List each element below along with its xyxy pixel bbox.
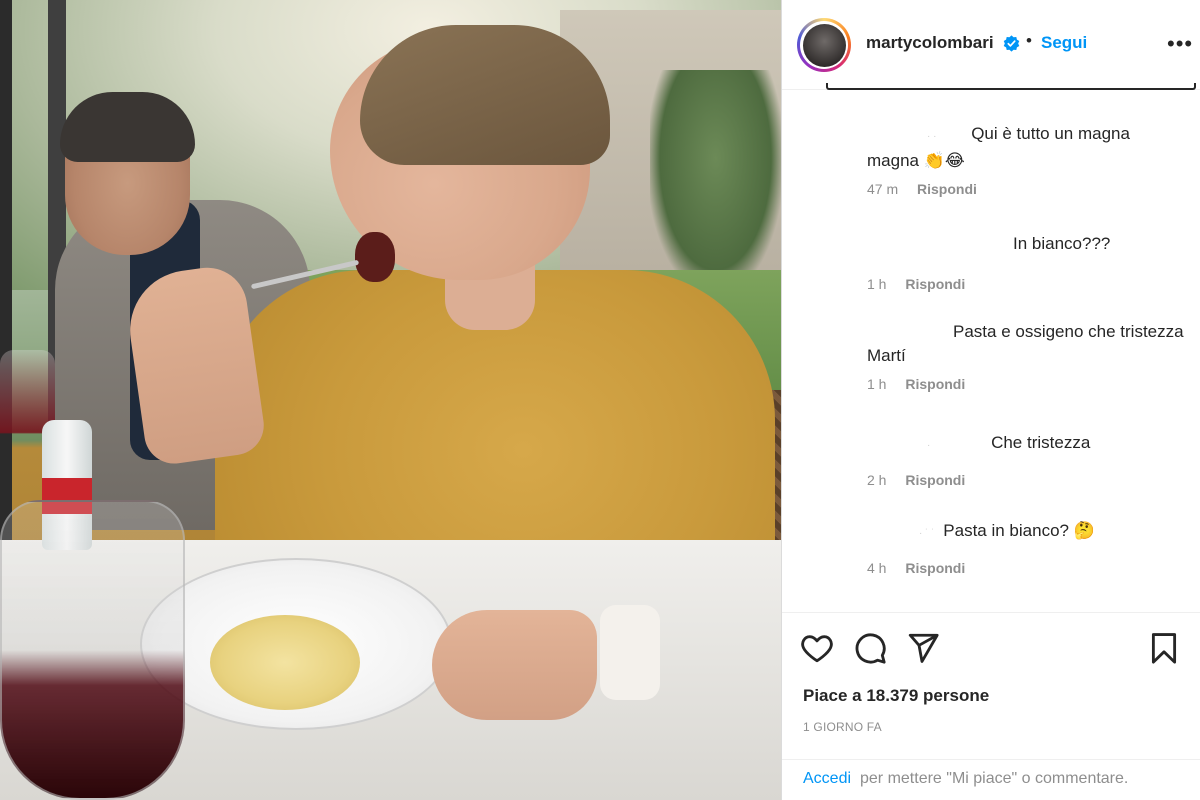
heart-icon[interactable]: [800, 631, 834, 665]
comment-text-line: Qui è tutto un magna: [971, 124, 1130, 143]
comment-meta: 1 h Rispondi: [867, 276, 1197, 292]
photo-woman-hair: [360, 25, 610, 165]
comment-text: · · Qui è tutto un magna magna 👏😂: [867, 122, 1197, 173]
comment-time: 1 h: [867, 376, 887, 392]
comment-meta: 4 h Rispondi: [867, 560, 1197, 576]
comment-item: · · Qui è tutto un magna magna 👏😂 47 m R…: [867, 122, 1197, 197]
follow-button[interactable]: Segui: [1041, 33, 1087, 53]
username-link[interactable]: martycolombari: [866, 33, 994, 53]
comment-text: · ˙ ˙ Pasta in bianco? 🤔: [867, 519, 1197, 546]
photo-hand: [432, 610, 597, 720]
comment-item: · Che tristezza 2 h Rispondi: [867, 431, 1197, 488]
comment-item: In bianco??? 1 h Rispondi: [867, 232, 1197, 292]
separator-dot: •: [1026, 31, 1032, 50]
comment-meta: 2 h Rispondi: [867, 472, 1197, 488]
bookmark-icon[interactable]: [1147, 631, 1181, 665]
comment-time: 1 h: [867, 276, 887, 292]
comment-text: · Che tristezza: [867, 431, 1197, 458]
post-header: martycolombari • Segui •••: [782, 0, 1200, 90]
comment-text-line: Pasta e ossigeno che tristezza: [953, 322, 1184, 341]
photo-pasta: [210, 615, 360, 710]
comment-text-line: magna 👏😂: [867, 151, 965, 170]
comment-time: 4 h: [867, 560, 887, 576]
reply-button[interactable]: Rispondi: [905, 276, 965, 292]
photo-tree: [650, 70, 781, 290]
comment-meta: 1 h Rispondi: [867, 376, 1197, 392]
avatar-border: [800, 21, 848, 69]
comment-time: 2 h: [867, 472, 887, 488]
comment-meta: 47 m Rispondi: [867, 181, 1197, 197]
comment-text-line: Pasta in bianco? 🤔: [943, 521, 1095, 540]
comment-text-line: In bianco???: [1013, 234, 1111, 253]
blurred-username: ·: [927, 440, 931, 451]
likes-count[interactable]: Piace a 18.379 persone: [803, 686, 989, 706]
reply-button[interactable]: Rispondi: [905, 472, 965, 488]
comment-time: 47 m: [867, 181, 899, 197]
blurred-username: · ·: [927, 131, 937, 142]
comments-list[interactable]: · · Qui è tutto un magna magna 👏😂 47 m R…: [782, 100, 1200, 610]
login-link[interactable]: Accedi: [803, 770, 851, 788]
comment-text-line: Martí: [867, 346, 906, 365]
comment-item: · ˙ ˙ Pasta in bianco? 🤔 4 h Rispondi: [867, 519, 1197, 576]
photo-man-hair: [60, 92, 195, 162]
login-prompt-text: per mettere "Mi piace" o commentare.: [860, 770, 1129, 787]
post-photo: [0, 0, 781, 800]
comment-text: Pasta e ossigeno che tristezza Martí: [867, 320, 1197, 368]
blurred-username: · ˙ ˙: [919, 528, 935, 539]
comment-icon[interactable]: [853, 631, 887, 665]
share-icon[interactable]: [906, 631, 940, 665]
photo-wine-glass-front: [0, 500, 185, 800]
avatar[interactable]: [797, 18, 851, 72]
post-actions: Piace a 18.379 persone 1 GIORNO FA Acced…: [782, 612, 1200, 800]
comment-item: Pasta e ossigeno che tristezza Martí 1 h…: [867, 320, 1197, 392]
header-divider: [826, 83, 1196, 90]
comment-text-line: Che tristezza: [991, 433, 1091, 452]
photo-mouth: [355, 232, 395, 282]
post-date: 1 GIORNO FA: [803, 720, 882, 734]
reply-button[interactable]: Rispondi: [917, 181, 977, 197]
photo-shirt-cuff: [600, 605, 660, 700]
more-options-icon[interactable]: •••: [1167, 31, 1193, 57]
avatar-image: [802, 23, 846, 67]
reply-button[interactable]: Rispondi: [905, 376, 965, 392]
login-bar: Accedi per mettere "Mi piace" o commenta…: [782, 759, 1200, 800]
verified-badge-icon: [1003, 35, 1020, 52]
comment-text: In bianco???: [867, 232, 1197, 256]
reply-button[interactable]: Rispondi: [905, 560, 965, 576]
post-sidebar: martycolombari • Segui ••• · · Qui è tut…: [781, 0, 1200, 800]
